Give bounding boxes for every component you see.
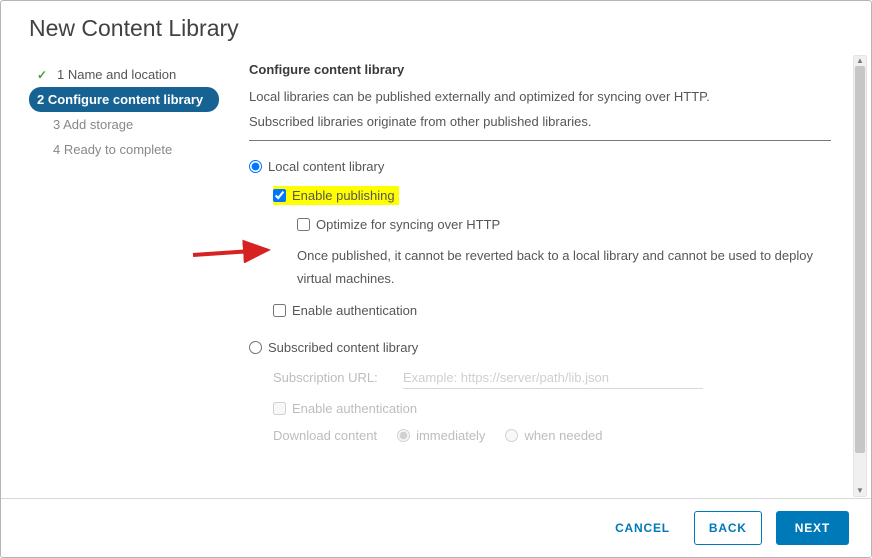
optimize-note: Once published, it cannot be reverted ba… bbox=[297, 244, 831, 291]
cancel-button[interactable]: CANCEL bbox=[605, 512, 680, 544]
subscribed-enable-auth-option: Enable authentication bbox=[273, 401, 831, 416]
enable-publishing-highlight: Enable publishing bbox=[273, 186, 399, 205]
subscription-url-row: Subscription URL: bbox=[273, 367, 831, 389]
step-label: 3 Add storage bbox=[53, 117, 133, 132]
check-icon: ✓ bbox=[37, 68, 51, 82]
wizard-steps: ✓ 1 Name and location 2 Configure conten… bbox=[29, 58, 219, 498]
back-button[interactable]: BACK bbox=[694, 511, 762, 545]
step-add-storage[interactable]: 3 Add storage bbox=[29, 112, 219, 137]
divider bbox=[249, 140, 831, 141]
enable-authentication-option[interactable]: Enable authentication bbox=[273, 303, 831, 318]
subscription-url-input bbox=[403, 367, 703, 389]
subscribed-enable-auth-checkbox bbox=[273, 402, 286, 415]
scroll-up-icon[interactable]: ▲ bbox=[854, 56, 866, 66]
local-content-library-radio[interactable] bbox=[249, 160, 262, 173]
radio-label: immediately bbox=[416, 428, 485, 443]
subscription-url-label: Subscription URL: bbox=[273, 370, 403, 385]
checkbox-label: Enable authentication bbox=[292, 303, 417, 318]
checkbox-label: Optimize for syncing over HTTP bbox=[316, 217, 500, 232]
radio-label: when needed bbox=[524, 428, 602, 443]
download-immediately-option: immediately bbox=[397, 428, 485, 443]
dialog-body: ✓ 1 Name and location 2 Configure conten… bbox=[1, 48, 871, 498]
local-content-library-option[interactable]: Local content library bbox=[249, 159, 831, 174]
section-heading: Configure content library bbox=[249, 62, 831, 77]
section-desc-line2: Subscribed libraries originate from othe… bbox=[249, 110, 831, 133]
scrollbar[interactable]: ▲ ▼ bbox=[853, 55, 867, 497]
subscribed-content-library-option[interactable]: Subscribed content library bbox=[249, 340, 831, 355]
download-immediately-radio bbox=[397, 429, 410, 442]
enable-publishing-checkbox[interactable] bbox=[273, 189, 286, 202]
step-configure-content-library[interactable]: 2 Configure content library bbox=[29, 87, 219, 112]
step-label: 1 Name and location bbox=[57, 67, 176, 82]
download-when-needed-radio bbox=[505, 429, 518, 442]
section-desc-line1: Local libraries can be published externa… bbox=[249, 85, 831, 108]
download-content-label: Download content bbox=[273, 428, 377, 443]
checkbox-label: Enable authentication bbox=[292, 401, 417, 416]
radio-label: Subscribed content library bbox=[268, 340, 418, 355]
optimize-syncing-option[interactable]: Optimize for syncing over HTTP bbox=[297, 217, 831, 232]
step-name-and-location[interactable]: ✓ 1 Name and location bbox=[29, 62, 219, 87]
checkbox-label: Enable publishing bbox=[292, 188, 395, 203]
enable-publishing-option[interactable]: Enable publishing bbox=[273, 186, 831, 205]
scrollbar-thumb[interactable] bbox=[855, 66, 865, 453]
step-label: 2 Configure content library bbox=[37, 92, 203, 107]
next-button[interactable]: NEXT bbox=[776, 511, 849, 545]
step-label: 4 Ready to complete bbox=[53, 142, 172, 157]
dialog-footer: CANCEL BACK NEXT bbox=[1, 498, 871, 557]
enable-authentication-checkbox[interactable] bbox=[273, 304, 286, 317]
subscribed-content-library-radio[interactable] bbox=[249, 341, 262, 354]
new-content-library-dialog: New Content Library ✓ 1 Name and locatio… bbox=[0, 0, 872, 558]
radio-label: Local content library bbox=[268, 159, 384, 174]
dialog-title: New Content Library bbox=[1, 1, 871, 48]
download-when-needed-option: when needed bbox=[505, 428, 602, 443]
step-ready-to-complete[interactable]: 4 Ready to complete bbox=[29, 137, 219, 162]
optimize-syncing-checkbox[interactable] bbox=[297, 218, 310, 231]
configure-panel: Configure content library Local librarie… bbox=[219, 58, 849, 498]
scroll-down-icon[interactable]: ▼ bbox=[854, 486, 866, 496]
download-content-row: Download content immediately when needed bbox=[273, 428, 831, 443]
